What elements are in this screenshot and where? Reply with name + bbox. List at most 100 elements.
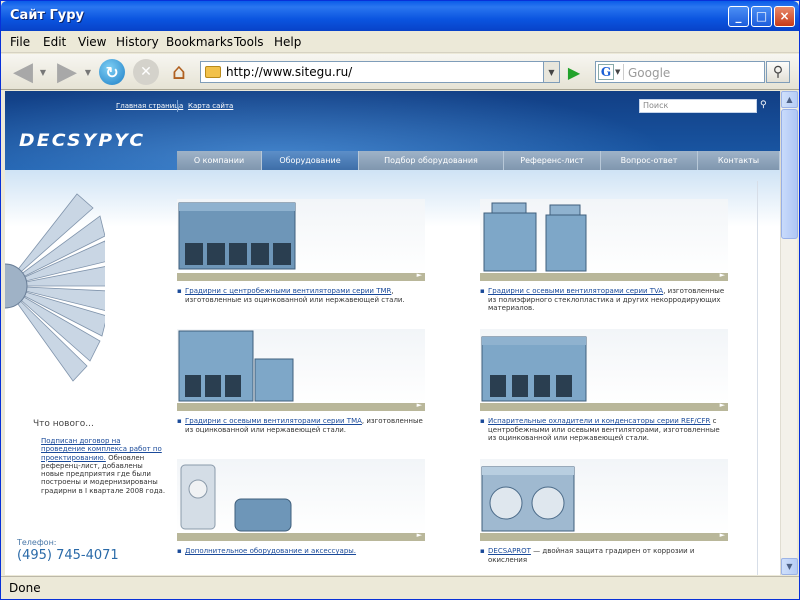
- product-caption: ▪ Дополнительное оборудование и аксессуар…: [177, 547, 427, 556]
- window-title: Сайт Гуру: [10, 8, 85, 23]
- product-image-decsaprot[interactable]: [480, 459, 728, 533]
- navigation-toolbar: ◀ ▼ ▶ ▼ ↻ ✕ ⌂ http://www.sitegu.ru/ ▼ ▶ …: [1, 54, 799, 90]
- tab-equipment-selection[interactable]: Подбор оборудования: [359, 151, 504, 170]
- minimize-button[interactable]: _: [728, 6, 749, 27]
- forward-arrow-icon[interactable]: ▶: [53, 57, 81, 87]
- product-accessories: ► ▪ Дополнительное оборудование и аксессу…: [177, 459, 427, 556]
- tab-equipment[interactable]: Оборудование: [262, 151, 359, 170]
- arrow-right-icon[interactable]: ►: [417, 531, 422, 539]
- title-bar[interactable]: Сайт Гуру _ □ ×: [1, 1, 799, 31]
- arrow-right-icon[interactable]: ►: [720, 401, 725, 409]
- site-nav-tabs: О компании Оборудование Подбор оборудова…: [177, 151, 780, 170]
- product-image-tmr[interactable]: [177, 199, 425, 273]
- product-image-accessories[interactable]: [177, 459, 425, 533]
- url-history-dropdown-icon[interactable]: ▼: [544, 61, 560, 83]
- browser-window: Сайт Гуру _ □ × File Edit View History B…: [0, 0, 800, 600]
- tab-faq[interactable]: Вопрос-ответ: [601, 151, 698, 170]
- menu-help[interactable]: Help: [274, 35, 301, 49]
- product-image-tva[interactable]: [480, 199, 728, 273]
- product-link-tma[interactable]: Градирни с осевыми вентиляторами серии T…: [185, 417, 362, 425]
- browser-search-input[interactable]: G ▼ Google: [595, 61, 765, 83]
- news-title: Что нового...: [33, 419, 94, 429]
- scroll-down-icon[interactable]: ▼: [781, 558, 798, 575]
- status-bar: Done: [1, 576, 799, 599]
- home-icon[interactable]: ⌂: [166, 58, 192, 86]
- scroll-up-icon[interactable]: ▲: [781, 91, 798, 108]
- arrow-right-icon[interactable]: ►: [720, 531, 725, 539]
- back-history-dropdown-icon[interactable]: ▼: [38, 66, 48, 78]
- go-arrow-icon[interactable]: ▶: [564, 62, 584, 82]
- product-caption-bar: ►: [480, 271, 728, 281]
- turbine-image: [5, 193, 105, 382]
- site-search-icon[interactable]: ⚲: [760, 100, 770, 110]
- bullet-icon: ▪: [480, 417, 485, 425]
- page-viewport: Главная страница Карта сайта Поиск ⚲ DEC…: [5, 91, 780, 575]
- product-caption: ▪ Градирни с осевыми вентиляторами серии …: [480, 287, 730, 313]
- tab-about[interactable]: О компании: [177, 151, 262, 170]
- search-engine-selector[interactable]: G ▼: [598, 64, 624, 80]
- product-link-tmr[interactable]: Градирни с центробежными вентиляторами с…: [185, 287, 391, 295]
- phone-number: (495) 745-4071: [17, 548, 119, 563]
- bullet-icon: ▪: [480, 287, 485, 295]
- product-caption: ▪ Испарительные охладители и конденсаторы…: [480, 417, 730, 443]
- product-caption-bar: ►: [177, 401, 425, 411]
- close-button[interactable]: ×: [774, 6, 795, 27]
- product-link-ref-cfr[interactable]: Испарительные охладители и конденсаторы …: [488, 417, 710, 425]
- product-decsaprot: ► ▪ DECSAPROT — двойная защита градирен о…: [480, 459, 730, 564]
- magnifier-icon[interactable]: ⚲: [766, 61, 790, 83]
- product-ref-cfr: ► ▪ Испарительные охладители и конденсато…: [480, 329, 730, 443]
- news-body: Подписан договор на проведение комплекса…: [41, 437, 166, 495]
- product-tva: ► ▪ Градирни с осевыми вентиляторами сери…: [480, 199, 730, 313]
- url-input[interactable]: http://www.sitegu.ru/: [200, 61, 544, 83]
- menu-tools[interactable]: Tools: [234, 35, 264, 49]
- arrow-right-icon[interactable]: ►: [417, 401, 422, 409]
- product-image-ref-cfr[interactable]: [480, 329, 728, 403]
- stop-icon[interactable]: ✕: [133, 59, 159, 85]
- product-caption: ▪ DECSAPROT — двойная защита градирен от …: [480, 547, 730, 564]
- product-tma: ► ▪ Градирни с осевыми вентиляторами сери…: [177, 329, 427, 434]
- product-caption-bar: ►: [480, 531, 728, 541]
- search-placeholder: Google: [628, 66, 671, 80]
- bullet-icon: ▪: [177, 547, 182, 555]
- tab-contacts[interactable]: Контакты: [698, 151, 780, 170]
- product-tmr: ► ▪ Градирни с центробежными вентиляторам…: [177, 199, 427, 304]
- menu-view[interactable]: View: [78, 35, 106, 49]
- bullet-icon: ▪: [177, 417, 182, 425]
- site-search-placeholder: Поиск: [643, 101, 669, 110]
- product-caption: ▪ Градирни с осевыми вентиляторами серии …: [177, 417, 427, 434]
- maximize-button[interactable]: □: [751, 6, 772, 27]
- phone-label: Телефон:: [17, 538, 57, 547]
- tab-reference-list[interactable]: Референс-лист: [504, 151, 601, 170]
- top-links-divider: [177, 100, 178, 112]
- menu-history[interactable]: History: [116, 35, 159, 49]
- bullet-icon: ▪: [480, 547, 485, 555]
- forward-history-dropdown-icon[interactable]: ▼: [83, 66, 93, 78]
- vertical-scrollbar[interactable]: ▲ ▼: [780, 91, 798, 575]
- scroll-thumb[interactable]: [781, 109, 798, 239]
- site-favicon-icon: [205, 66, 221, 78]
- menu-bar: File Edit View History Bookmarks Tools H…: [1, 31, 799, 80]
- url-text: http://www.sitegu.ru/: [226, 65, 353, 79]
- menu-edit[interactable]: Edit: [43, 35, 66, 49]
- arrow-right-icon[interactable]: ►: [720, 271, 725, 279]
- product-link-tva[interactable]: Градирни с осевыми вентиляторами серии T…: [488, 287, 663, 295]
- back-arrow-icon[interactable]: ◀: [9, 57, 37, 87]
- bullet-icon: ▪: [177, 287, 182, 295]
- product-link-accessories[interactable]: Дополнительное оборудование и аксессуары…: [185, 547, 356, 555]
- product-caption-bar: ►: [177, 271, 425, 281]
- sitemap-link[interactable]: Карта сайта: [188, 102, 233, 110]
- site-search-input[interactable]: Поиск: [639, 99, 757, 113]
- product-caption-bar: ►: [480, 401, 728, 411]
- product-image-tma[interactable]: [177, 329, 425, 403]
- content-right-rule: [757, 181, 758, 575]
- menu-bookmarks[interactable]: Bookmarks: [166, 35, 233, 49]
- google-icon: G: [598, 64, 614, 80]
- product-caption-bar: ►: [177, 531, 425, 541]
- status-text: Done: [9, 581, 41, 595]
- menu-file[interactable]: File: [10, 35, 30, 49]
- site-logo[interactable]: DECSYPYC: [19, 131, 143, 151]
- arrow-right-icon[interactable]: ►: [417, 271, 422, 279]
- reload-icon[interactable]: ↻: [99, 59, 125, 85]
- home-link[interactable]: Главная страница: [116, 102, 183, 110]
- product-link-decsaprot[interactable]: DECSAPROT: [488, 547, 531, 555]
